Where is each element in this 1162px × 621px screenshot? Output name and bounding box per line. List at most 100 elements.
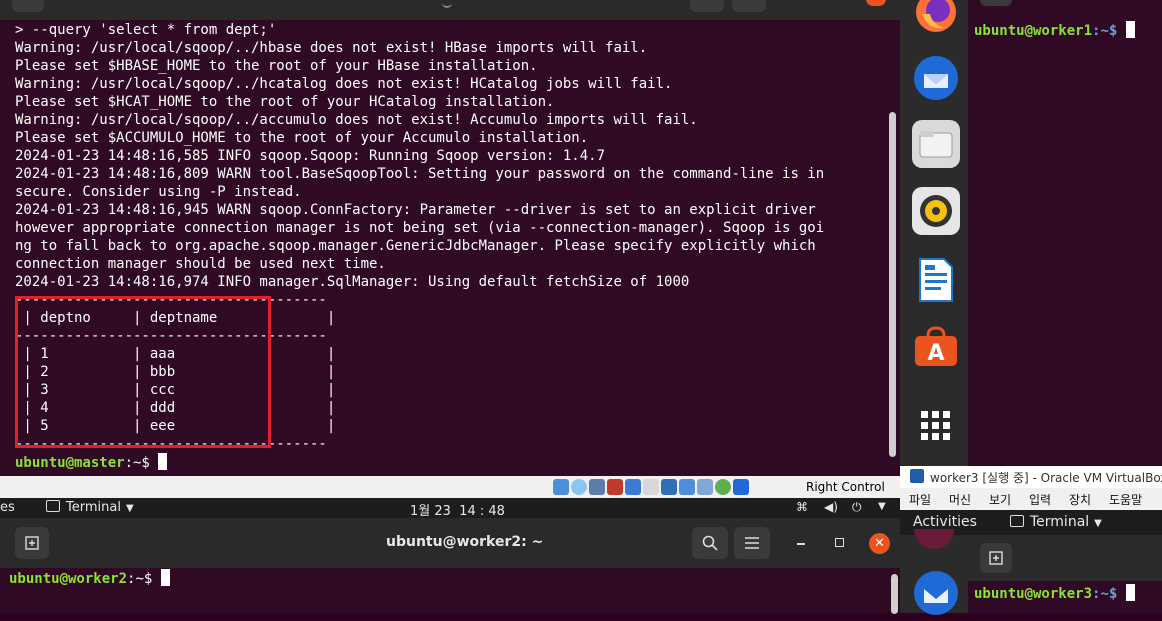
worker3-window-title: worker3 [실행 중] - Oracle VM VirtualBox	[930, 471, 1162, 485]
app-label: Terminal	[1030, 514, 1090, 530]
vbox-status-bar: Right Control	[0, 476, 900, 499]
worker2-new-tab-button[interactable]	[15, 527, 49, 559]
volume-icon[interactable]: ◀)	[824, 500, 838, 514]
prompt-path: :~$	[1092, 586, 1126, 602]
vt-x-icon[interactable]	[697, 479, 713, 495]
output-line: > --query 'select * from dept;'	[15, 22, 277, 38]
menu-machine[interactable]: 머신	[949, 491, 971, 508]
prompt-path: :~$	[1092, 23, 1126, 39]
shared-folders-icon[interactable]	[643, 479, 659, 495]
menu-file[interactable]: 파일	[909, 491, 931, 508]
clock[interactable]: 1월 23 14 : 48	[410, 500, 505, 519]
network-icon[interactable]	[607, 479, 623, 495]
prompt-user: ubuntu@worker2	[9, 571, 128, 587]
worker2-menu-button[interactable]	[734, 527, 770, 559]
app-label: Terminal	[66, 500, 121, 515]
output-line: Warning: /usr/local/sqoop/../hbase does …	[15, 40, 648, 56]
worker1-terminal[interactable]: ubuntu@worker1:~$	[968, 0, 1162, 466]
display-icon[interactable]	[661, 479, 677, 495]
worker2-search-button[interactable]	[692, 527, 728, 559]
output-line: Please set $HBASE_HOME to the root of yo…	[15, 58, 538, 74]
prompt-path: :~$	[124, 455, 159, 471]
worker2-maximize-button[interactable]	[835, 538, 844, 547]
worker2-close-button[interactable]: ✕	[869, 533, 890, 554]
output-line: 2024-01-23 14:48:16,809 WARN tool.BaseSq…	[15, 166, 825, 182]
output-line: 2024-01-23 14:48:16,945 WARN sqoop.ConnF…	[15, 202, 816, 218]
master-header	[0, 0, 900, 20]
prompt-user: ubuntu@worker3	[974, 586, 1093, 602]
menu-view[interactable]: 보기	[989, 491, 1011, 508]
terminal-app-menu[interactable]: Terminal ▼	[1010, 514, 1102, 530]
libreoffice-writer-icon[interactable]	[912, 256, 960, 304]
output-line: 2024-01-23 14:48:16,585 INFO sqoop.Sqoop…	[15, 148, 606, 164]
output-line: Warning: /usr/local/sqoop/../hcatalog do…	[15, 76, 673, 92]
worker3-prompt[interactable]: ubuntu@worker3:~$	[974, 584, 1135, 602]
master-add-tab-button[interactable]	[12, 0, 44, 12]
keyboard-capture-icon[interactable]	[733, 479, 749, 495]
prompt-path: :~$	[127, 571, 161, 587]
terminal-app-menu[interactable]: Terminal ▼	[46, 500, 134, 515]
firefox-icon[interactable]	[912, 0, 960, 36]
master-scrollbar[interactable]	[889, 112, 896, 457]
host-key-label: Right Control	[806, 480, 885, 494]
worker2-prompt[interactable]: ubuntu@worker2:~$	[9, 569, 170, 587]
terminal-icon	[46, 500, 60, 512]
text-cursor	[1125, 21, 1135, 38]
worker2-minimize-button[interactable]	[797, 543, 805, 545]
master-menu-button[interactable]	[732, 0, 766, 12]
output-line: secure. Consider using -P instead.	[15, 184, 302, 200]
output-line: ng to fall back to org.apache.sqoop.mana…	[15, 238, 816, 254]
recording-icon[interactable]	[679, 479, 695, 495]
output-line: Warning: /usr/local/sqoop/../accumulo do…	[15, 112, 698, 128]
worker3-window-titlebar: worker3 [실행 중] - Oracle VM VirtualBox	[900, 466, 1162, 488]
output-line: 2024-01-23 14:48:16,974 INFO manager.Sql…	[15, 274, 690, 290]
worker2-titlebar: ubuntu@worker2: ~ ✕	[0, 518, 900, 568]
worker2-title: ubuntu@worker2: ~	[386, 534, 544, 550]
activities-button[interactable]: Activities	[913, 514, 977, 530]
thunderbird-icon[interactable]	[912, 569, 960, 617]
prompt-user: ubuntu@worker1	[974, 23, 1093, 39]
show-apps-icon[interactable]	[912, 402, 960, 450]
worker2-terminal[interactable]: ubuntu@worker2:~$	[0, 568, 900, 614]
worker3-menubar: 파일 머신 보기 입력 장치 도움말	[900, 488, 1162, 510]
menu-devices[interactable]: 장치	[1069, 491, 1091, 508]
terminal-icon	[1010, 515, 1024, 527]
optical-drive-icon[interactable]	[571, 479, 587, 495]
system-menu-chevron-icon[interactable]: ▼	[878, 501, 886, 512]
output-line: connection manager should be used next t…	[15, 256, 386, 272]
thunderbird-icon[interactable]	[912, 54, 960, 102]
hard-disk-icon[interactable]	[553, 479, 569, 495]
network-status-icon[interactable]: ⌘	[796, 500, 808, 514]
audio-icon[interactable]	[589, 479, 605, 495]
mouse-integration-icon[interactable]	[715, 479, 731, 495]
software-center-icon[interactable]: A	[912, 323, 960, 371]
output-line: however appropriate connection manager i…	[15, 220, 825, 236]
worker3-terminal[interactable]: ubuntu@worker3:~$	[968, 581, 1162, 613]
output-line: Please set $ACCUMULO_HOME to the root of…	[15, 130, 589, 146]
menu-input[interactable]: 입력	[1029, 491, 1051, 508]
chevron-down-icon: ▼	[1094, 518, 1102, 529]
highlight-box	[15, 296, 271, 448]
worker2-top-bar: es Terminal ▼ 1월 23 14 : 48 ⌘ ◀) ⏻ ▼	[0, 498, 900, 519]
worker1-prompt[interactable]: ubuntu@worker1:~$	[974, 21, 1135, 39]
master-close-button[interactable]	[866, 0, 886, 6]
rhythmbox-icon[interactable]	[912, 187, 960, 235]
power-icon[interactable]: ⏻	[852, 500, 862, 515]
vbox-status-icons	[553, 479, 751, 495]
worker3-vbox-window: worker3 [실행 중] - Oracle VM VirtualBox 파일…	[900, 466, 1162, 615]
activities-fragment[interactable]: es	[0, 500, 15, 515]
worker2-scrollbar[interactable]	[891, 574, 898, 614]
text-cursor	[1125, 584, 1135, 601]
usb-icon[interactable]	[625, 479, 641, 495]
worker3-terminal-titlebar	[968, 535, 1162, 581]
master-search-button[interactable]	[690, 0, 724, 12]
menu-help[interactable]: 도움말	[1109, 491, 1142, 508]
svg-text:A: A	[927, 341, 944, 366]
master-terminal[interactable]: > --query 'select * from dept;' Warning:…	[0, 0, 900, 476]
worker1-add-tab-button[interactable]	[980, 0, 1012, 6]
files-icon[interactable]	[912, 120, 960, 168]
output-line: Please set $HCAT_HOME to the root of you…	[15, 94, 555, 110]
prompt-user: ubuntu@master	[15, 455, 125, 471]
worker3-new-tab-button[interactable]	[980, 543, 1012, 573]
master-prompt[interactable]: ubuntu@master:~$	[15, 453, 890, 471]
